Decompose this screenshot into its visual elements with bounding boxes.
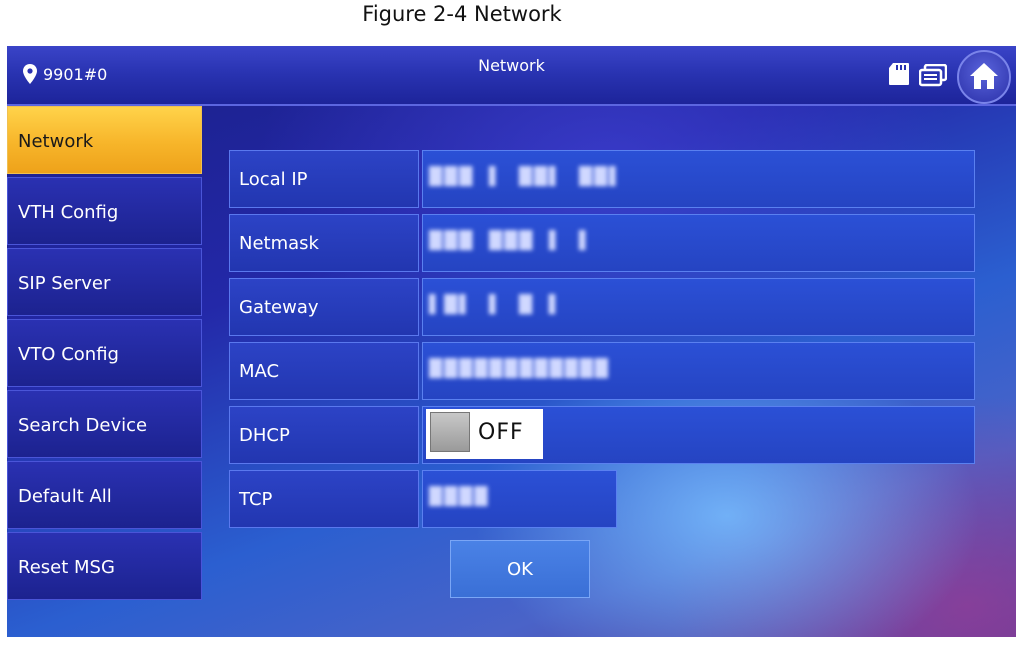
- gateway-field[interactable]: ▌█▌ ▌ █ ▌: [422, 278, 975, 336]
- page-title: Network: [478, 56, 545, 75]
- figure-caption: Figure 2-4 Network: [362, 2, 562, 26]
- sidebar-item-label: Reset MSG: [18, 557, 115, 578]
- sidebar-item-vto-config[interactable]: VTO Config: [7, 319, 202, 387]
- local-ip-label-cell: Local IP: [229, 150, 419, 208]
- local-ip-label: Local IP: [239, 169, 308, 190]
- tcp-label-cell: TCP: [229, 470, 419, 528]
- gateway-label: Gateway: [239, 297, 319, 318]
- sidebar-item-label: VTO Config: [18, 344, 119, 365]
- sidebar-item-search-device[interactable]: Search Device: [7, 390, 202, 458]
- tcp-field[interactable]: ████: [422, 470, 617, 528]
- sidebar-item-vth-config[interactable]: VTH Config: [7, 177, 202, 245]
- monitor-icon: [919, 64, 947, 87]
- tcp-label: TCP: [239, 489, 273, 510]
- sd-card-icon: [889, 63, 909, 85]
- home-button[interactable]: [957, 50, 1011, 104]
- gateway-redacted-value: ▌█▌ ▌ █ ▌: [429, 295, 564, 315]
- sidebar-menu: Network VTH Config SIP Server VTO Config…: [7, 106, 204, 603]
- dhcp-state-text: OFF: [478, 420, 524, 445]
- sidebar-item-label: VTH Config: [18, 202, 119, 223]
- dhcp-label: DHCP: [239, 425, 290, 446]
- toggle-knob: [430, 412, 470, 452]
- dhcp-toggle[interactable]: OFF: [426, 409, 543, 459]
- local-ip-redacted-value: ███ ▌ ██▌ ██▌: [429, 167, 625, 187]
- netmask-field[interactable]: ███ ███ ▌ ▌: [422, 214, 975, 272]
- sidebar-item-label: Default All: [18, 486, 112, 507]
- dhcp-field: OFF: [422, 406, 975, 464]
- gateway-label-cell: Gateway: [229, 278, 419, 336]
- ok-button[interactable]: OK: [450, 540, 590, 598]
- tcp-redacted-value: ████: [429, 487, 490, 507]
- netmask-redacted-value: ███ ███ ▌ ▌: [429, 231, 595, 251]
- mac-label-cell: MAC: [229, 342, 419, 400]
- mac-field: ████████████: [422, 342, 975, 400]
- sidebar-item-reset-msg[interactable]: Reset MSG: [7, 532, 202, 600]
- local-ip-field[interactable]: ███ ▌ ██▌ ██▌: [422, 150, 975, 208]
- sidebar-item-sip-server[interactable]: SIP Server: [7, 248, 202, 316]
- dhcp-label-cell: DHCP: [229, 406, 419, 464]
- device-screen: 9901#0 Network Network VTH Config SIP Se…: [7, 46, 1016, 637]
- sidebar-item-label: SIP Server: [18, 273, 111, 294]
- sidebar-item-network[interactable]: Network: [7, 106, 202, 174]
- top-bar: 9901#0 Network: [7, 46, 1016, 106]
- home-icon: [970, 63, 998, 89]
- sidebar-item-default-all[interactable]: Default All: [7, 461, 202, 529]
- sidebar-item-label: Search Device: [18, 415, 148, 436]
- netmask-label-cell: Netmask: [229, 214, 419, 272]
- sidebar-item-label: Network: [18, 131, 94, 152]
- mac-label: MAC: [239, 361, 280, 382]
- mac-redacted-value: ████████████: [429, 359, 610, 379]
- netmask-label: Netmask: [239, 233, 319, 254]
